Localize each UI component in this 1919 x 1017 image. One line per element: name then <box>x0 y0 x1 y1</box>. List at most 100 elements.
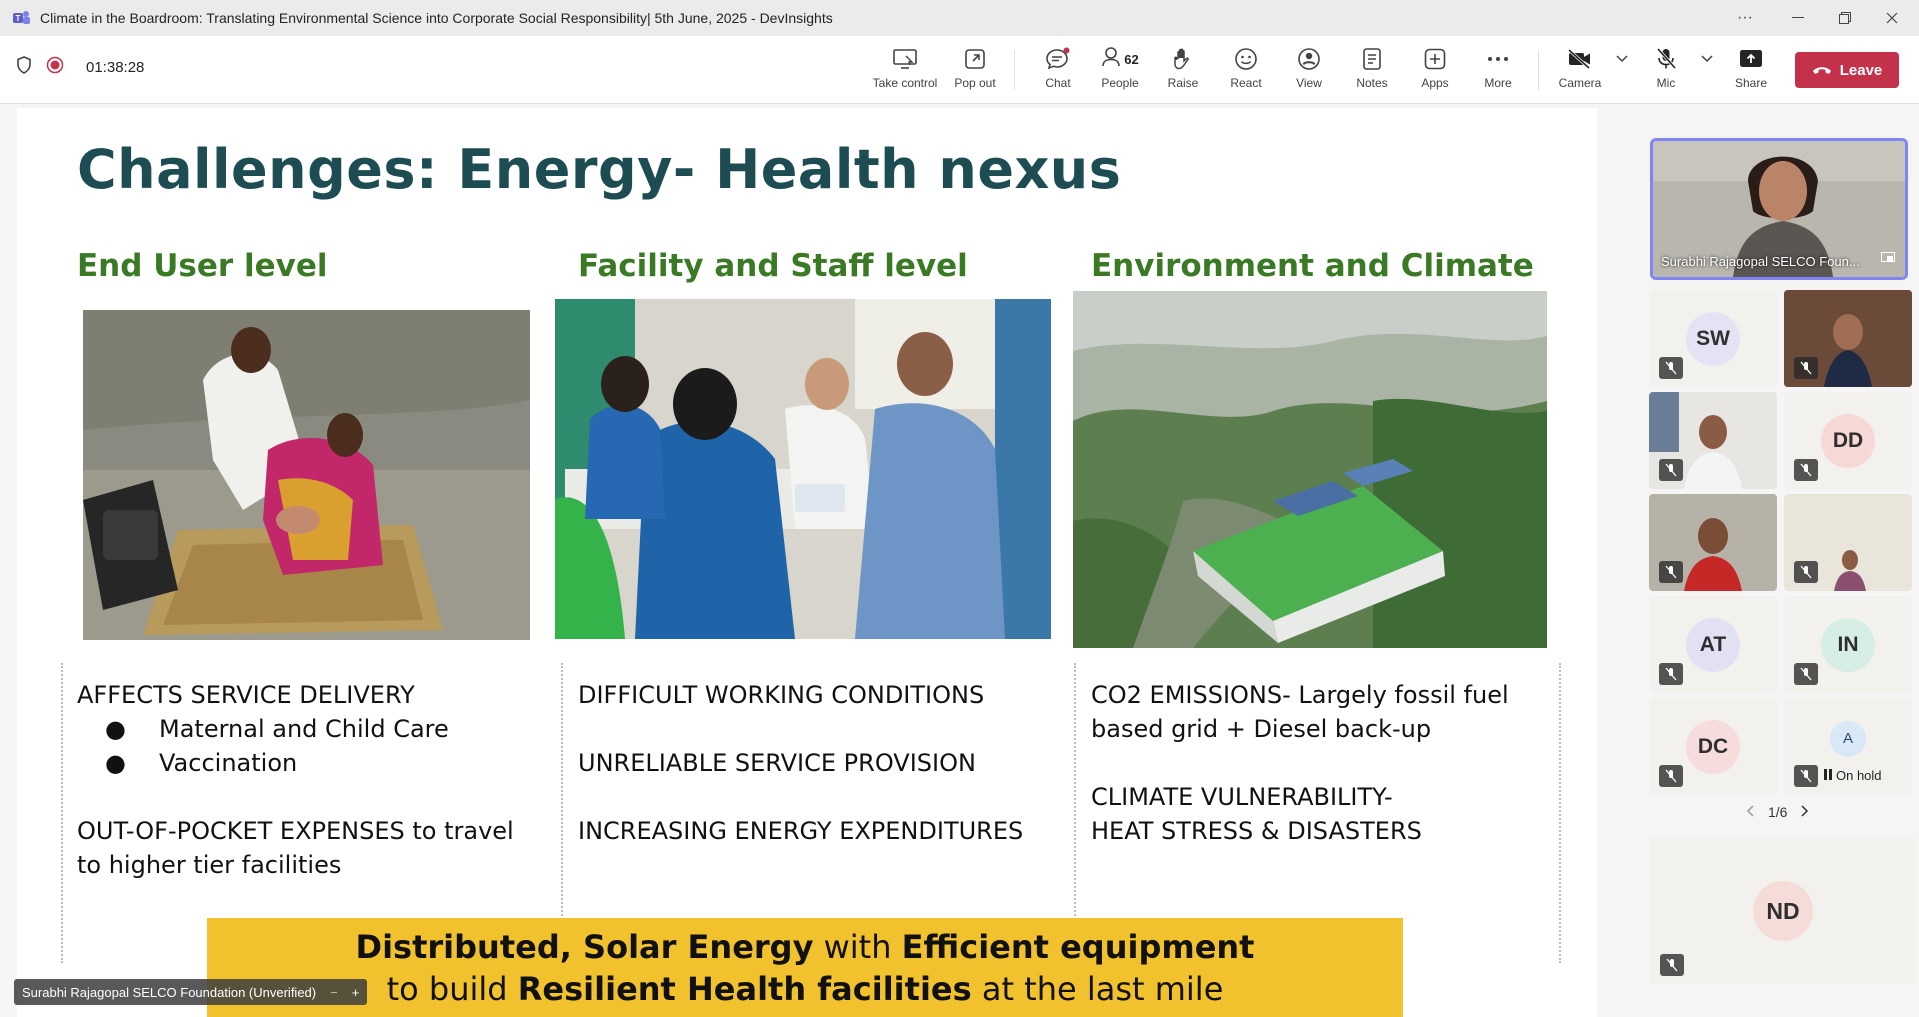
view-label: View <box>1296 76 1322 90</box>
mic-muted-icon <box>1659 663 1683 685</box>
pop-out-icon <box>964 44 986 74</box>
column-heading-facility: Facility and Staff level <box>578 248 968 284</box>
pop-out-button[interactable]: Pop out <box>950 44 1000 100</box>
banner-with: with <box>813 927 902 966</box>
apps-icon <box>1424 44 1446 74</box>
people-label: People <box>1101 76 1139 90</box>
point-co2-emissions: CO2 EMISSIONS- Largely fossil fuel <box>1091 681 1509 709</box>
participant-tile-sw[interactable]: SW <box>1649 290 1777 387</box>
camera-button[interactable]: Camera <box>1555 44 1605 100</box>
camera-label: Camera <box>1558 76 1602 90</box>
point-co2-emissions-cont: based grid + Diesel back-up <box>1091 715 1432 743</box>
on-hold-label: On hold <box>1836 768 1882 783</box>
pause-icon <box>1824 768 1832 783</box>
participant-tile-a[interactable]: A On hold <box>1784 698 1912 795</box>
mic-label: Mic <box>1656 76 1676 90</box>
react-label: React <box>1230 76 1262 90</box>
participant-tile-at[interactable]: AT <box>1649 596 1777 693</box>
more-label: More <box>1484 76 1512 90</box>
participant-tile-nd[interactable]: ND <box>1650 838 1916 984</box>
more-button[interactable]: More <box>1478 44 1518 100</box>
facility-points: DIFFICULT WORKING CONDITIONS UNRELIABLE … <box>578 678 1023 848</box>
banner-line-1: Distributed, Solar Energy with Efficient… <box>356 926 1255 968</box>
zoom-in-button[interactable]: + <box>352 985 360 1000</box>
participant-tile-dc[interactable]: DC <box>1649 698 1777 795</box>
chat-icon <box>1045 44 1071 74</box>
share-label: Share <box>1734 76 1768 90</box>
apps-button[interactable]: Apps <box>1415 44 1455 100</box>
toolbar-divider <box>1538 50 1539 90</box>
bullet-vaccination: Vaccination <box>159 749 298 777</box>
participant-tile-video[interactable] <box>1649 392 1777 489</box>
presenter-name-tag: Surabhi Rajagopal SELCO Foundation (Unve… <box>14 979 368 1005</box>
mic-muted-icon <box>1659 357 1683 379</box>
chevron-right-icon[interactable] <box>1801 804 1809 820</box>
chevron-left-icon[interactable] <box>1746 804 1754 820</box>
raise-hand-icon <box>1172 44 1194 74</box>
people-icon-group: 62 <box>1101 44 1139 74</box>
recording-icon <box>46 56 64 79</box>
mic-muted-icon <box>1794 459 1818 481</box>
active-speaker-tile[interactable]: Surabhi Rajagopal SELCO Foun... <box>1650 138 1908 280</box>
avatar: AT <box>1686 617 1740 672</box>
close-button[interactable] <box>1869 0 1915 36</box>
participant-tile-video[interactable] <box>1784 290 1912 387</box>
participant-tile-video[interactable] <box>1784 494 1912 591</box>
page-indicator: 1/6 <box>1768 804 1788 820</box>
view-button[interactable]: View <box>1289 44 1329 100</box>
chevron-down-icon <box>1701 44 1713 74</box>
chat-button[interactable]: Chat <box>1038 44 1078 100</box>
notes-button[interactable]: Notes <box>1352 44 1392 100</box>
mic-muted-icon <box>1794 357 1818 379</box>
mic-muted-icon <box>1794 561 1818 583</box>
leave-button[interactable]: Leave <box>1795 52 1899 88</box>
take-control-button[interactable]: Take control <box>870 44 940 100</box>
shared-slide: Challenges: Energy- Health nexus End Use… <box>17 108 1597 1017</box>
toolbar-divider <box>1014 50 1015 90</box>
slide-banner: Distributed, Solar Energy with Efficient… <box>207 918 1403 1017</box>
participant-tile-video[interactable] <box>1649 494 1777 591</box>
mic-muted-icon <box>1794 663 1818 685</box>
minimize-button[interactable] <box>1775 0 1821 36</box>
camera-options-button[interactable] <box>1612 44 1632 100</box>
phone-hangup-icon <box>1812 62 1832 79</box>
participant-pager: 1/6 <box>1746 804 1809 820</box>
zoom-out-button[interactable]: − <box>330 985 338 1000</box>
column-divider <box>1559 663 1561 963</box>
bullet-dot: ● <box>105 715 126 743</box>
banner-resilient-health: Resilient Health facilities <box>517 969 972 1008</box>
participant-tile-in[interactable]: IN <box>1784 596 1912 693</box>
view-icon <box>1297 44 1321 74</box>
environment-photo <box>1073 291 1547 648</box>
raise-label: Raise <box>1167 76 1199 90</box>
participants-panel: Surabhi Rajagopal SELCO Foun... SW DD AT… <box>1640 104 1919 1017</box>
participant-tile-dd[interactable]: DD <box>1784 392 1912 489</box>
restore-button[interactable] <box>1822 0 1868 36</box>
mic-muted-icon <box>1659 459 1683 481</box>
column-divider <box>61 663 63 963</box>
avatar: ND <box>1753 881 1813 941</box>
raise-hand-button[interactable]: Raise <box>1163 44 1203 100</box>
end-user-points: AFFECTS SERVICE DELIVERY ● Maternal and C… <box>77 678 514 882</box>
chat-label: Chat <box>1045 76 1071 90</box>
take-control-label: Take control <box>872 76 938 90</box>
share-button[interactable]: Share <box>1731 44 1771 100</box>
meeting-toolbar: 01:38:28 Take control Pop out Chat 62 Pe… <box>0 36 1919 104</box>
banner-line-2: to build Resilient Health facilities at … <box>387 968 1224 1010</box>
bullet-maternal: Maternal and Child Care <box>159 715 449 743</box>
more-icon <box>1487 44 1509 74</box>
environment-points: CO2 EMISSIONS- Largely fossil fuel based… <box>1091 678 1509 848</box>
mic-button[interactable]: Mic <box>1646 44 1686 100</box>
people-button[interactable]: 62 People <box>1095 44 1145 100</box>
slide-title: Challenges: Energy- Health nexus <box>77 138 1122 201</box>
avatar: A <box>1830 720 1866 757</box>
react-button[interactable]: React <box>1226 44 1266 100</box>
take-control-icon <box>893 44 917 74</box>
more-options-icon[interactable]: ··· <box>1722 0 1768 36</box>
mic-options-button[interactable] <box>1697 44 1717 100</box>
camera-off-icon <box>1567 44 1593 74</box>
people-icon <box>1101 46 1121 73</box>
title-bar: T Climate in the Boardroom: Translating … <box>0 0 1919 36</box>
facility-staff-photo <box>555 299 1051 639</box>
screen-share-icon <box>1881 251 1895 269</box>
